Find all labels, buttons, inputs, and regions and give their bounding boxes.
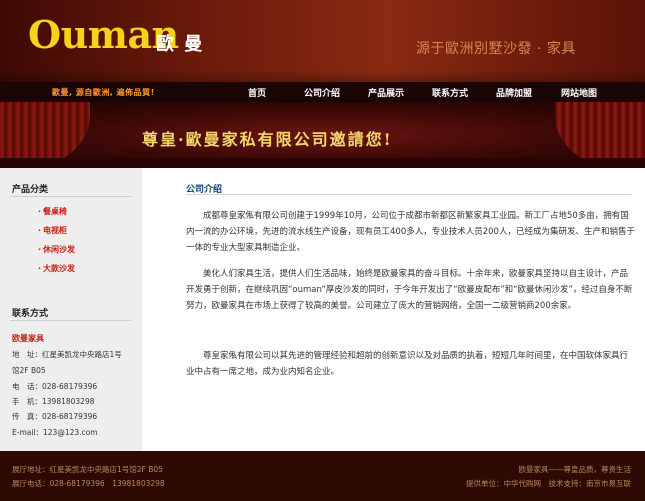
banner: 尊皇·歐曼家私有限公司邀請您! (0, 102, 645, 168)
nav-item-products[interactable]: 产品展示 (368, 86, 404, 99)
site-footer: 展厅地址：红星美凯龙中央路店1号馆2F B05 展厅电话：028-6817939… (0, 451, 645, 501)
banner-stage (0, 158, 645, 168)
footer-slogan: 欧曼家具——尊皇品质，尊贵生活 (518, 465, 632, 474)
logo-cn: 歐 曼 (156, 34, 205, 55)
nav-item-home[interactable]: 首页 (248, 86, 266, 99)
nav-item-franchise[interactable]: 品牌加盟 (496, 86, 532, 99)
contact-fax: 传 真：028-68179396 (12, 412, 98, 421)
footer-credits: 提供单位：中华代购网 技术支持：南京市易互联 (466, 479, 631, 488)
banner-text: 尊皇·歐曼家私有限公司邀請您! (142, 130, 393, 149)
sidebar: 产品分类 餐桌椅 电视柜 休闲沙发 大款沙发 联系方式 欧曼家具 地 址：红星美… (0, 168, 142, 451)
site-header: Ouman 歐 曼 源于歐洲別墅沙發 · 家具 (0, 0, 645, 82)
footer-address: 展厅地址：红星美凯龙中央路店1号馆2F B05 (12, 465, 163, 474)
category-link-leisure-sofa[interactable]: 休闲沙发 (38, 244, 75, 255)
footer-phone: 展厅电话：028-68179396 13981803298 (12, 479, 165, 488)
contact-phone: 电 话：028-68179396 (12, 382, 98, 391)
category-link-tv-cabinet[interactable]: 电视柜 (38, 225, 67, 236)
divider (10, 320, 132, 321)
intro-paragraph: 尊皇家俬有限公司以其先进的管理经验和超前的创新意识以及对品质的执着，短短几年时间… (186, 351, 629, 377)
nav-item-sitemap[interactable]: 网站地图 (561, 86, 597, 99)
intro-paragraph: 美化人们家具生活，提供人们生活品味，始终是欧曼家具的奋斗目标。十余年来，欧曼家具… (186, 269, 633, 311)
contact-mobile: 手 机：13981803298 (12, 397, 95, 406)
intro-paragraph: 成都尊皇家俬有限公司创建于1999年10月，公司位于成都市新都区新繁家具工业园。… (186, 211, 635, 253)
category-link-large-sofa[interactable]: 大款沙发 (38, 263, 75, 274)
category-link-dining[interactable]: 餐桌椅 (38, 206, 67, 217)
contact-email[interactable]: E-mail：123@123.com (12, 427, 98, 438)
main-nav: 歐曼, 源自歐洲, 遍佈品質! 首页 公司介绍 产品展示 联系方式 品牌加盟 网… (0, 82, 645, 102)
nav-item-about[interactable]: 公司介绍 (304, 86, 340, 99)
divider (10, 196, 132, 197)
contact-address: 地 址：红星美凯龙中央路店1号 (12, 350, 122, 359)
contact-company: 欧曼家具 (12, 334, 44, 343)
title-divider (186, 194, 631, 195)
nav-tagline: 歐曼, 源自歐洲, 遍佈品質! (52, 88, 155, 97)
product-category-title: 产品分类 (12, 185, 49, 195)
contact-title: 联系方式 (12, 309, 49, 319)
header-slogan: 源于歐洲別墅沙發 · 家具 (416, 41, 576, 57)
nav-item-contact[interactable]: 联系方式 (432, 86, 468, 99)
contact-address-cont: 馆2F B05 (12, 366, 46, 375)
